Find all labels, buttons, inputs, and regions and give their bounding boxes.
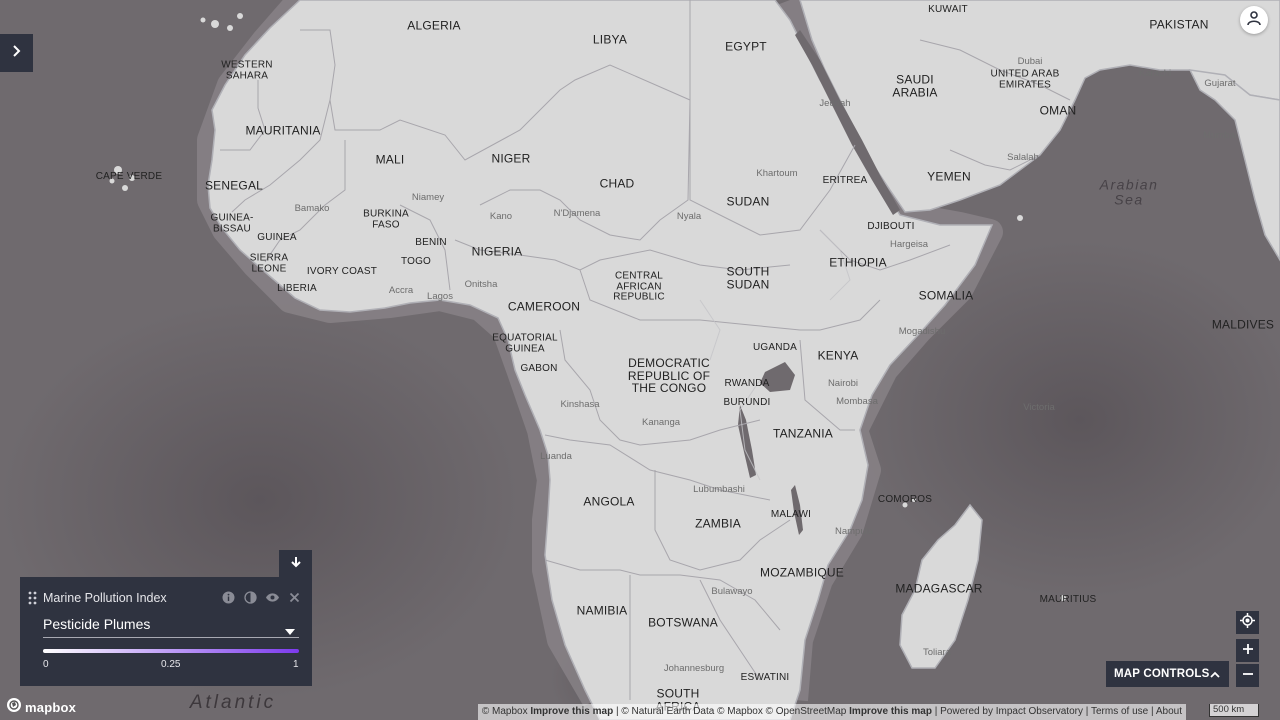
user-icon bbox=[1246, 10, 1262, 31]
legend-tick-min: 0 bbox=[43, 659, 49, 670]
sidebar-toggle-button[interactable] bbox=[0, 34, 33, 72]
drag-handle-icon[interactable] bbox=[28, 591, 38, 605]
attrib-mapbox-2[interactable]: © Mapbox bbox=[717, 706, 763, 717]
zoom-in-icon bbox=[1242, 642, 1254, 660]
attrib-improve-link[interactable]: Improve this map bbox=[530, 706, 613, 717]
zoom-in-button[interactable] bbox=[1236, 639, 1259, 662]
opacity-icon[interactable] bbox=[243, 590, 258, 605]
map-controls-label: MAP CONTROLS bbox=[1114, 668, 1210, 680]
attrib-terms-link[interactable]: Terms of use bbox=[1091, 706, 1148, 717]
attribution-bar: © Mapbox Improve this map | © Natural Ea… bbox=[477, 704, 1186, 720]
eye-icon[interactable] bbox=[265, 590, 280, 605]
attrib-powered[interactable]: Powered by Impact Observatory bbox=[940, 706, 1083, 717]
layer-select-value: Pesticide Plumes bbox=[43, 616, 151, 632]
mapbox-icon bbox=[6, 697, 22, 718]
attrib-separator: | bbox=[934, 706, 938, 717]
legend-tick-max: 1 bbox=[293, 659, 299, 670]
user-account-button[interactable] bbox=[1240, 6, 1268, 34]
chevron-up-icon bbox=[1210, 669, 1220, 681]
locate-button[interactable] bbox=[1236, 611, 1259, 634]
attrib-about-link[interactable]: About bbox=[1156, 706, 1182, 717]
scale-bar: 500 km bbox=[1209, 704, 1259, 717]
legend-gradient-bar bbox=[43, 649, 299, 653]
attrib-improve-link-2[interactable]: Improve this map bbox=[849, 706, 932, 717]
map-controls-button[interactable]: MAP CONTROLS bbox=[1106, 661, 1229, 687]
legend-tick-mid: 0.25 bbox=[161, 659, 181, 670]
caret-down-icon bbox=[285, 622, 295, 640]
legend-header: Marine Pollution Index bbox=[20, 577, 312, 619]
attrib-natural-earth[interactable]: © Natural Earth Data bbox=[621, 706, 714, 717]
attrib-separator: | bbox=[1151, 706, 1154, 717]
zoom-out-icon bbox=[1242, 667, 1254, 685]
info-icon[interactable] bbox=[221, 590, 236, 605]
mapbox-wordmark: mapbox bbox=[25, 700, 77, 715]
chevron-right-icon bbox=[12, 44, 22, 62]
attrib-separator: | bbox=[615, 706, 619, 717]
zoom-out-button[interactable] bbox=[1236, 664, 1259, 687]
layer-select-dropdown[interactable]: Pesticide Plumes bbox=[43, 615, 299, 638]
mapbox-logo[interactable]: mapbox bbox=[6, 697, 76, 718]
attrib-separator: | bbox=[1085, 706, 1089, 717]
attrib-mapbox[interactable]: © Mapbox bbox=[482, 706, 528, 717]
legend-collapse-button[interactable] bbox=[279, 550, 312, 577]
attrib-osm[interactable]: © OpenStreetMap bbox=[766, 706, 847, 717]
legend-panel: Marine Pollution Index Pesticide Plumes … bbox=[20, 577, 312, 686]
legend-actions bbox=[221, 590, 302, 605]
legend-title: Marine Pollution Index bbox=[43, 591, 167, 605]
locate-icon bbox=[1240, 612, 1255, 633]
arrow-down-icon bbox=[290, 555, 302, 573]
close-icon[interactable] bbox=[287, 590, 302, 605]
